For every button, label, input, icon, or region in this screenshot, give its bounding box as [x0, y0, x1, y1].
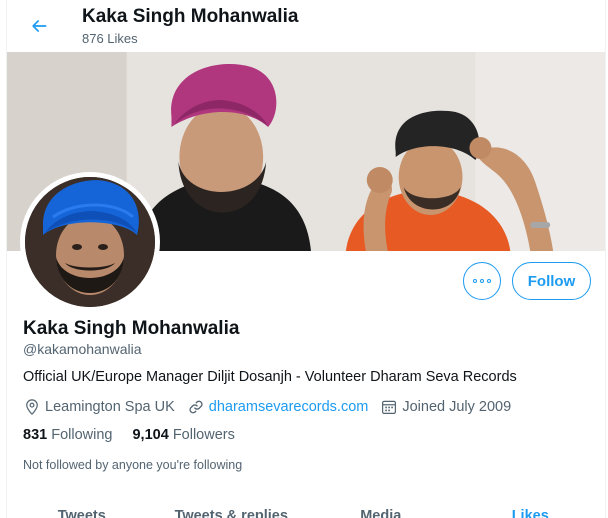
profile-handle: @kakamohanwalia — [23, 341, 142, 357]
more-dots-icon — [480, 279, 484, 283]
following-label: Following — [51, 427, 113, 443]
website-link[interactable]: dharamsevarecords.com — [209, 399, 369, 415]
followers-label: Followers — [172, 427, 235, 443]
joined-text: Joined July 2009 — [402, 399, 512, 415]
arrow-left-icon — [32, 20, 47, 32]
tab-likes[interactable]: Likes — [456, 500, 606, 518]
tab-tweets[interactable]: Tweets — [7, 500, 157, 518]
tab-media[interactable]: Media — [306, 500, 456, 518]
avatar[interactable] — [20, 172, 160, 312]
follow-stats: 831 Following 9,104 Followers — [23, 427, 255, 443]
location-text: Leamington Spa UK — [45, 399, 175, 415]
header-title: Kaka Singh Mohanwalia — [82, 6, 299, 27]
follow-button[interactable]: Follow — [512, 262, 591, 300]
location-item: Leamington Spa UK — [23, 398, 175, 416]
profile-page: Kaka Singh Mohanwalia 876 Likes Follow K… — [6, 0, 606, 518]
followers-count: 9,104 — [132, 427, 169, 443]
profile-name: Kaka Singh Mohanwalia — [23, 318, 240, 339]
following-count: 831 — [23, 427, 48, 443]
more-options-button[interactable] — [463, 262, 501, 300]
more-dots-icon — [473, 279, 477, 283]
profile-meta: Leamington Spa UK dharamsevarecords.com … — [23, 397, 523, 417]
location-pin-icon — [26, 399, 38, 415]
joined-item: Joined July 2009 — [380, 398, 511, 416]
tab-tweets-replies[interactable]: Tweets & replies — [157, 500, 307, 518]
back-button[interactable] — [23, 10, 55, 42]
website-item[interactable]: dharamsevarecords.com — [187, 398, 369, 416]
header-likes-count: 876 Likes — [82, 31, 138, 46]
profile-bio: Official UK/Europe Manager Diljit Dosanj… — [23, 369, 517, 385]
following-stat[interactable]: 831 Following — [23, 427, 112, 443]
profile-tabs: Tweets Tweets & replies Media Likes — [7, 500, 605, 518]
calendar-icon — [382, 400, 397, 414]
more-dots-icon — [487, 279, 491, 283]
profile-header: Kaka Singh Mohanwalia 876 Likes — [7, 0, 605, 52]
followed-by-note: Not followed by anyone you're following — [23, 458, 243, 472]
avatar-image — [25, 177, 155, 307]
followers-stat[interactable]: 9,104 Followers — [132, 427, 234, 443]
link-icon — [189, 400, 203, 414]
